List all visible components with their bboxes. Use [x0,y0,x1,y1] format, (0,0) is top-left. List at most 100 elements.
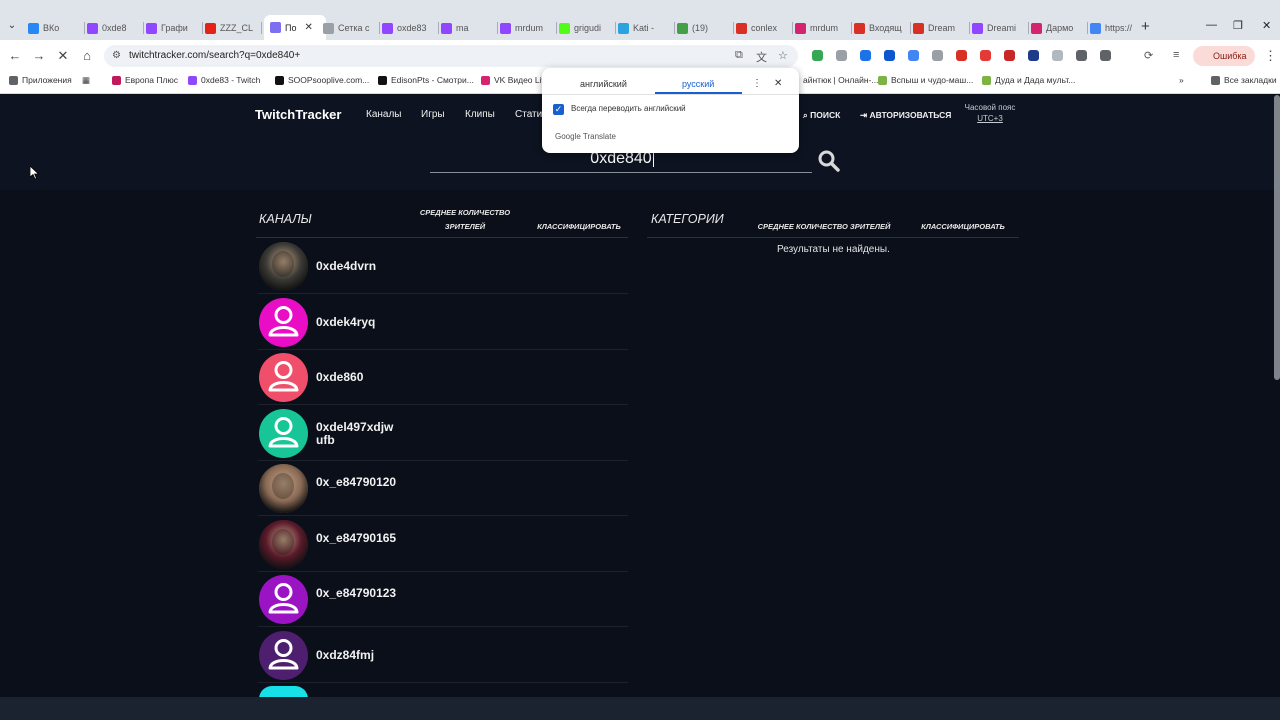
translate-source-tab[interactable]: английский [580,79,627,89]
always-translate-label[interactable]: Всегда переводить английский [571,104,686,113]
default-user-icon[interactable] [259,630,308,680]
reading-list-icon[interactable]: ≡ [1173,49,1179,61]
nav-channels[interactable]: Каналы [366,109,402,120]
nav-search[interactable]: ⌕ ПОИСК [803,110,840,121]
timezone-value[interactable]: UTC+3 [960,113,1020,124]
default-user-icon[interactable] [259,353,308,402]
profile-error-button[interactable]: Ошибка [1193,46,1255,66]
translate-more-icon[interactable]: ⋮ [752,78,762,89]
close-window-icon[interactable]: ✕ [1262,19,1271,32]
tab-close-icon[interactable]: ✕ [304,22,312,33]
channel-name[interactable]: 0xde860 [316,371,398,384]
home-icon[interactable]: ⌂ [79,48,95,63]
restore-icon[interactable]: ❐ [1233,19,1243,32]
url-text[interactable]: twitchtracker.com/search?q=0xde840+ [129,50,300,61]
tab[interactable]: 0xde8 [87,19,139,37]
tab[interactable]: mrdum [795,19,847,37]
default-user-icon[interactable] [259,575,308,624]
video-extension-icon[interactable] [956,50,967,61]
channel-row[interactable]: 0xde4dvrn [258,239,628,294]
translate-icon[interactable]: 文 [756,49,767,65]
always-translate-checkbox[interactable]: ✓ [553,104,564,115]
bookmark-item[interactable]: Приложения [9,75,72,85]
tab-active[interactable]: По ✕ [264,15,326,40]
sync-icon[interactable]: ⟳ [1144,49,1153,62]
channel-name[interactable]: 0xdz84fmj [316,648,398,662]
channel-row[interactable]: 0x_e84790120 [258,461,628,516]
bookmarks-overflow-icon[interactable]: » [1179,75,1184,85]
channel-row[interactable]: 0xde860 [258,350,628,405]
tab[interactable]: Входящ [854,19,906,37]
minimize-icon[interactable]: — [1206,19,1217,31]
channels-avg-viewers-header[interactable]: СРЕДНЕЕ КОЛИЧЕСТВО ЗРИТЕЛЕЙ [412,206,518,234]
tab[interactable]: ZZZ_CL [205,19,257,37]
puzzle-extension-icon[interactable] [1076,50,1087,61]
channel-avatar-photo[interactable] [259,519,308,569]
browser-menu-icon[interactable]: ⋮ [1264,48,1277,64]
tab[interactable]: Графи [146,19,198,37]
tab[interactable]: https:// [1090,19,1142,37]
default-user-icon[interactable] [259,297,308,347]
bookmark-item[interactable]: Дуда и Дада мульт... [982,75,1075,85]
bookmark-item[interactable]: Вспыш и чудо-маш... [878,75,973,85]
translate-target-tab[interactable]: русский [682,79,714,89]
forward-icon[interactable]: → [31,48,47,63]
new-tab-button[interactable]: + [1141,18,1150,35]
extensions-icon[interactable] [1100,50,1111,61]
channel-row[interactable]: 0xdek4ryq [258,295,628,350]
channel-row[interactable]: 0x_e84790123 [258,572,628,627]
bookmark-item[interactable]: VK Видео Liv [481,75,546,85]
bookmark-item[interactable]: айнтюк | Онлайн-... [790,75,878,85]
bookmark-item[interactable]: Европа Плюс [112,75,178,85]
calendar-extension-icon[interactable] [812,50,823,61]
nav-games[interactable]: Игры [421,109,445,120]
channel-avatar-photo[interactable] [259,464,308,513]
tab[interactable]: grigudi [559,19,611,37]
bookmark-item[interactable]: EdisonPts - Смотри... [378,75,474,85]
channel-avatar-photo[interactable] [259,242,308,291]
categories-rank-header[interactable]: КЛАССИФИЦИРОВАТЬ [915,220,1011,234]
tab[interactable]: Dreami [972,19,1024,37]
channel-name[interactable]: 0x_e84790120 [316,476,398,489]
translate-close-icon[interactable]: ✕ [774,78,782,89]
channels-rank-header[interactable]: КЛАССИФИЦИРОВАТЬ [531,220,627,234]
tab[interactable]: (19) [677,19,729,37]
tab[interactable]: oxde83 [382,19,434,37]
back-icon[interactable]: ← [7,48,23,63]
site-logo[interactable]: TwitchTracker [255,107,341,122]
channel-row[interactable]: 0x_e84790165 [258,517,628,572]
tab-search-chevron-icon[interactable]: ⌄ [4,18,20,34]
default-user-icon[interactable] [259,408,308,458]
bookmark-item[interactable]: SOOPsooplive.com... [275,75,369,85]
tab[interactable]: ma [441,19,493,37]
record-extension-icon[interactable] [1004,50,1015,61]
tab-extension-icon[interactable] [836,50,847,61]
timezone-selector[interactable]: Часовой пояс UTC+3 [960,102,1020,124]
tab[interactable]: Дармо [1031,19,1083,37]
pdf-extension-icon[interactable] [980,50,991,61]
brush-extension-icon[interactable] [1052,50,1063,61]
world-extension-icon[interactable] [932,50,943,61]
tab[interactable]: Kati - [618,19,670,37]
channel-name[interactable]: 0xdel497xdjwufb [316,420,398,447]
channel-row[interactable]: 0xdel497xdjwufb [258,406,628,461]
channel-name[interactable]: 0x_e84790123 [316,587,398,600]
skype-extension-icon[interactable] [860,50,871,61]
tab[interactable]: mrdum [500,19,552,37]
dark-extension-icon[interactable] [1028,50,1039,61]
channel-name[interactable]: 0x_e84790165 [316,531,398,545]
nav-stats[interactable]: Стати [515,109,542,120]
channel-row[interactable]: 0xdz84fmj [258,628,628,683]
grid-extension-icon[interactable] [908,50,919,61]
install-app-icon[interactable]: ⧉ [735,49,743,62]
channel-name[interactable]: 0xdek4ryq [316,315,398,329]
nav-login[interactable]: ⇥ АВТОРИЗОВАТЬСЯ [860,110,951,121]
channel-name[interactable]: 0xde4dvrn [316,260,398,273]
bookmark-item[interactable]: 0xde83 - Twitch [188,75,260,85]
tab[interactable]: conlex [736,19,788,37]
tab[interactable]: Dream [913,19,965,37]
bookmark-star-icon[interactable]: ☆ [778,49,788,62]
apps-grid-icon[interactable]: ▦ [82,75,90,86]
stop-loading-icon[interactable]: ✕ [55,48,71,64]
nav-clips[interactable]: Клипы [465,109,495,120]
